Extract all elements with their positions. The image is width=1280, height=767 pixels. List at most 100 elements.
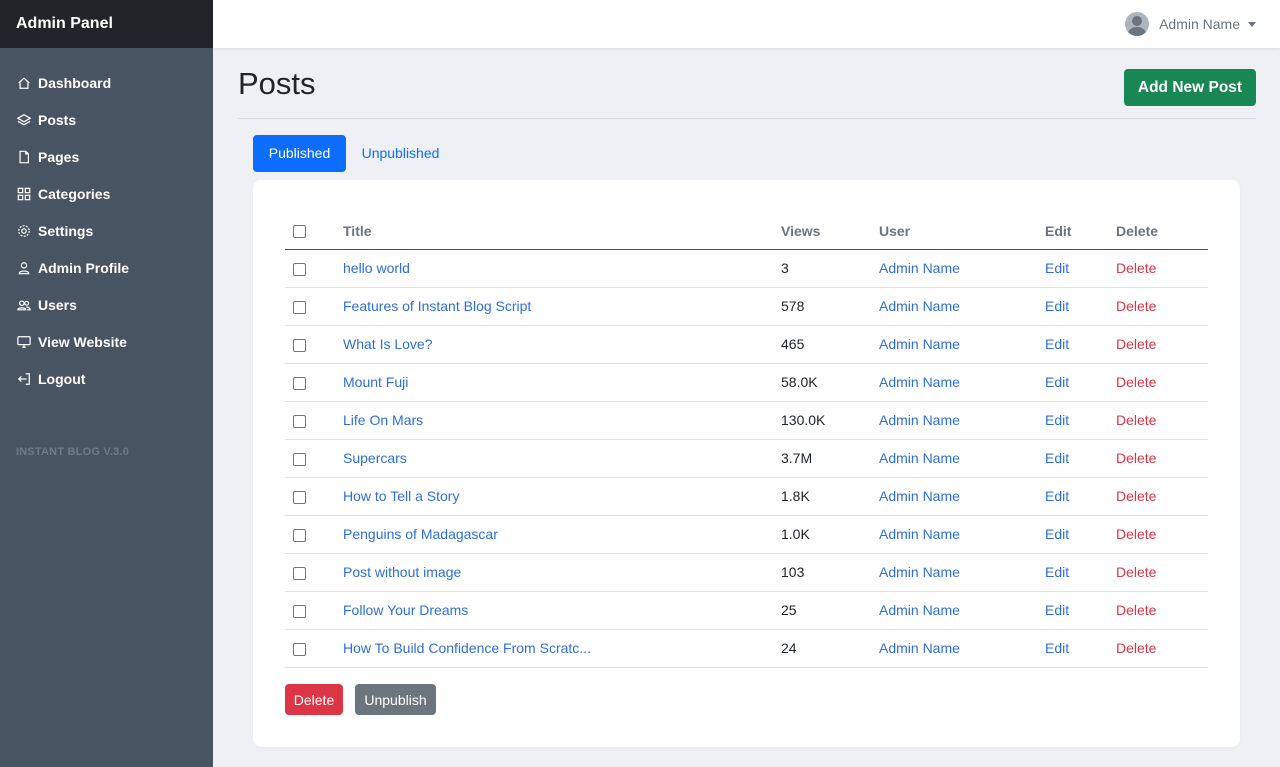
table-body: hello world 3 Admin Name Edit Delete Features… (285, 249, 1208, 668)
edit-link[interactable]: Edit (1045, 488, 1069, 504)
row-checkbox[interactable] (293, 452, 306, 466)
sidebar-item-label: Logout (38, 370, 86, 387)
edit-link[interactable]: Edit (1045, 526, 1069, 542)
user-link[interactable]: Admin Name (879, 260, 960, 276)
row-checkbox[interactable] (293, 376, 306, 390)
user-menu-dropdown[interactable]: Admin Name (1125, 12, 1256, 36)
delete-link[interactable]: Delete (1116, 564, 1156, 580)
delete-link[interactable]: Delete (1116, 602, 1156, 618)
brand-title[interactable]: Admin Panel (0, 0, 213, 48)
user-name: Admin Name (1159, 16, 1240, 32)
column-header-views: Views (781, 212, 879, 250)
row-checkbox[interactable] (293, 338, 306, 352)
views-count: 3 (781, 260, 789, 276)
delete-link[interactable]: Delete (1116, 640, 1156, 656)
sidebar-item-posts[interactable]: Posts (0, 101, 213, 138)
row-checkbox[interactable] (293, 414, 306, 428)
post-title-link[interactable]: hello world (343, 260, 410, 276)
row-checkbox[interactable] (293, 490, 306, 504)
delete-link[interactable]: Delete (1116, 488, 1156, 504)
user-link[interactable]: Admin Name (879, 640, 960, 656)
edit-link[interactable]: Edit (1045, 412, 1069, 428)
caret-down-icon (1248, 21, 1256, 27)
table-row: How To Build Confidence From Scratc... 24… (285, 629, 1208, 668)
views-count: 3.7M (781, 450, 813, 466)
edit-link[interactable]: Edit (1045, 602, 1069, 618)
delete-link[interactable]: Delete (1116, 450, 1156, 466)
delete-link[interactable]: Delete (1116, 336, 1156, 352)
version-label: INSTANT BLOG V.3.0 (16, 446, 130, 458)
post-title-link[interactable]: How to Tell a Story (343, 488, 459, 504)
views-count: 578 (781, 298, 805, 314)
sidebar-nav: Dashboard Posts Pages Categories Setting… (0, 48, 213, 397)
sidebar-item-label: Settings (38, 222, 94, 239)
table-row: Follow Your Dreams 25 Admin Name Edit Delete (285, 591, 1208, 630)
select-all-checkbox[interactable] (293, 225, 306, 239)
avatar (1125, 12, 1150, 36)
bulk-delete-button[interactable]: Delete (285, 684, 343, 715)
post-title-link[interactable]: Post without image (343, 564, 461, 580)
user-link[interactable]: Admin Name (879, 526, 960, 542)
edit-link[interactable]: Edit (1045, 336, 1069, 352)
sidebar-item-categories[interactable]: Categories (0, 175, 213, 212)
views-count: 58.0K (781, 374, 818, 390)
post-title-link[interactable]: Penguins of Madagascar (343, 526, 498, 542)
post-title-link[interactable]: Supercars (343, 450, 407, 466)
sidebar-item-users[interactable]: Users (0, 286, 213, 323)
delete-link[interactable]: Delete (1116, 298, 1156, 314)
user-link[interactable]: Admin Name (879, 336, 960, 352)
table-row: Life On Mars 130.0K Admin Name Edit Delete (285, 401, 1208, 440)
add-new-post-button[interactable]: Add New Post (1124, 69, 1256, 106)
edit-link[interactable]: Edit (1045, 260, 1069, 276)
edit-link[interactable]: Edit (1045, 564, 1069, 580)
gear-icon (17, 224, 31, 238)
file-icon (17, 150, 31, 164)
row-checkbox[interactable] (293, 566, 306, 580)
sidebar-item-label: Dashboard (38, 74, 112, 91)
post-title-link[interactable]: How To Build Confidence From Scratc... (343, 640, 591, 656)
row-checkbox[interactable] (293, 642, 306, 656)
user-link[interactable]: Admin Name (879, 374, 960, 390)
post-title-link[interactable]: What Is Love? (343, 336, 433, 352)
sidebar-item-pages[interactable]: Pages (0, 138, 213, 175)
sidebar-item-label: Users (38, 296, 77, 313)
user-link[interactable]: Admin Name (879, 298, 960, 314)
row-checkbox[interactable] (293, 604, 306, 618)
post-title-link[interactable]: Life On Mars (343, 412, 423, 428)
tab-unpublished[interactable]: Unpublished (354, 135, 447, 172)
user-link[interactable]: Admin Name (879, 488, 960, 504)
sidebar-item-admin-profile[interactable]: Admin Profile (0, 249, 213, 286)
column-header-delete: Delete (1116, 212, 1208, 250)
post-title-link[interactable]: Follow Your Dreams (343, 602, 468, 618)
home-icon (17, 76, 31, 90)
post-title-link[interactable]: Mount Fuji (343, 374, 408, 390)
edit-link[interactable]: Edit (1045, 450, 1069, 466)
tab-published[interactable]: Published (253, 135, 346, 172)
delete-link[interactable]: Delete (1116, 374, 1156, 390)
column-header-edit: Edit (1045, 212, 1116, 250)
row-checkbox[interactable] (293, 262, 306, 276)
delete-link[interactable]: Delete (1116, 412, 1156, 428)
views-count: 465 (781, 336, 805, 352)
edit-link[interactable]: Edit (1045, 640, 1069, 656)
sidebar-item-label: Admin Profile (38, 259, 130, 276)
table-row: Penguins of Madagascar 1.0K Admin Name Edit… (285, 515, 1208, 554)
bulk-unpublish-button[interactable]: Unpublish (355, 684, 436, 715)
post-title-link[interactable]: Features of Instant Blog Script (343, 298, 531, 314)
sidebar-item-dashboard[interactable]: Dashboard (0, 64, 213, 101)
user-link[interactable]: Admin Name (879, 412, 960, 428)
row-checkbox[interactable] (293, 528, 306, 542)
user-link[interactable]: Admin Name (879, 564, 960, 580)
edit-link[interactable]: Edit (1045, 374, 1069, 390)
user-link[interactable]: Admin Name (879, 450, 960, 466)
row-checkbox[interactable] (293, 300, 306, 314)
table-row: Features of Instant Blog Script 578 Admin … (285, 287, 1208, 326)
sidebar-item-logout[interactable]: Logout (0, 360, 213, 397)
delete-link[interactable]: Delete (1116, 526, 1156, 542)
delete-link[interactable]: Delete (1116, 260, 1156, 276)
sidebar-item-settings[interactable]: Settings (0, 212, 213, 249)
edit-link[interactable]: Edit (1045, 298, 1069, 314)
views-count: 1.8K (781, 488, 810, 504)
sidebar-item-view-website[interactable]: View Website (0, 323, 213, 360)
user-link[interactable]: Admin Name (879, 602, 960, 618)
